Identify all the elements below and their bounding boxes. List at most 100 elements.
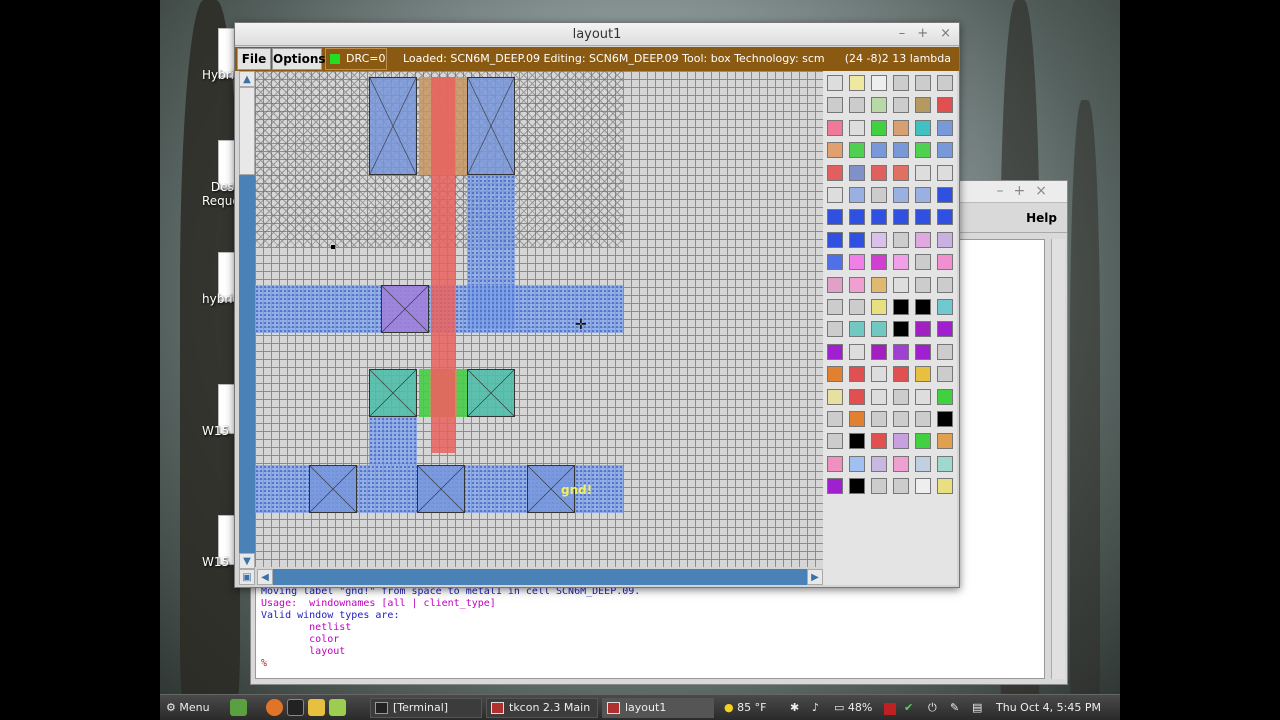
folder-icon[interactable] (308, 699, 325, 716)
layer-swatch[interactable] (827, 299, 843, 315)
layer-swatch[interactable] (849, 478, 865, 495)
layer-swatch[interactable] (871, 366, 887, 383)
layer-swatch[interactable] (937, 187, 953, 203)
gnd-label[interactable]: gnd! (561, 483, 592, 497)
scroll-down-icon[interactable]: ▼ (239, 553, 255, 569)
layer-swatch[interactable] (937, 164, 953, 181)
layer-swatch[interactable] (893, 299, 909, 315)
files-icon[interactable] (329, 699, 346, 716)
metal1-drop[interactable] (369, 417, 417, 465)
layer-swatch[interactable] (893, 433, 909, 450)
show-desktop-icon[interactable] (230, 699, 247, 716)
layer-swatch[interactable] (871, 209, 887, 226)
layer-swatch[interactable] (827, 411, 843, 427)
zoom-box-icon[interactable]: ▣ (239, 569, 255, 585)
layer-swatch[interactable] (893, 187, 909, 203)
layer-swatch[interactable] (827, 187, 843, 203)
layer-swatch[interactable] (937, 343, 953, 360)
layer-swatch[interactable] (849, 75, 865, 91)
task-layout1[interactable]: layout1 (602, 698, 714, 718)
task-terminal[interactable]: [Terminal] (370, 698, 482, 718)
layer-swatch[interactable] (849, 455, 865, 472)
tkcon-window-controls[interactable]: –+× (997, 183, 1057, 199)
layer-swatch[interactable] (915, 209, 931, 226)
layer-swatch[interactable] (915, 478, 931, 495)
weather-applet[interactable]: ● 85 °F (724, 698, 766, 718)
start-menu-button[interactable]: ⚙ Menu (166, 698, 210, 718)
layer-swatch[interactable] (827, 433, 843, 450)
desktop-file-icon[interactable]: Hybri (160, 28, 236, 82)
layer-swatch[interactable] (937, 254, 953, 271)
layer-swatch[interactable] (893, 75, 909, 91)
layer-swatch[interactable] (849, 254, 865, 271)
layer-swatch[interactable] (871, 142, 887, 159)
layer-swatch[interactable] (871, 433, 887, 450)
layer-swatch[interactable] (849, 97, 865, 114)
layer-swatch[interactable] (893, 411, 909, 427)
battery-applet[interactable]: ▭ 48% (834, 698, 872, 718)
network-icon[interactable]: ✱ (790, 698, 799, 718)
layer-swatch[interactable] (937, 299, 953, 315)
via-contact-2[interactable] (417, 465, 465, 513)
layer-swatch[interactable] (871, 254, 887, 271)
layer-swatch[interactable] (915, 119, 931, 136)
layer-swatch[interactable] (871, 97, 887, 114)
maximize-icon[interactable]: + (917, 26, 928, 41)
layer-swatch[interactable] (893, 388, 909, 405)
layer-swatch[interactable] (849, 187, 865, 203)
layer-swatch[interactable] (893, 209, 909, 226)
layer-swatch[interactable] (871, 388, 887, 405)
desktop-file-icon[interactable]: W15 (160, 384, 236, 438)
close-icon[interactable]: × (940, 26, 951, 41)
layer-swatch[interactable] (871, 119, 887, 136)
layer-swatch[interactable] (827, 142, 843, 159)
file-menu-button[interactable]: File (237, 48, 271, 70)
layer-swatch[interactable] (849, 433, 865, 450)
layer-swatch[interactable] (937, 97, 953, 114)
layer-swatch[interactable] (937, 231, 953, 248)
layer-swatch[interactable] (871, 299, 887, 315)
layer-swatch[interactable] (893, 142, 909, 159)
layer-swatch[interactable] (871, 231, 887, 248)
volume-icon[interactable]: ♪ (812, 698, 819, 718)
layer-swatch[interactable] (893, 455, 909, 472)
scroll-left-icon[interactable]: ◀ (257, 569, 273, 585)
layer-swatch[interactable] (849, 411, 865, 427)
desktop-file-icon[interactable]: W15 (160, 515, 236, 569)
poly-gate[interactable] (431, 77, 455, 453)
notes-icon[interactable]: ✎ (950, 698, 959, 718)
layer-swatch[interactable] (827, 478, 843, 495)
layer-swatch[interactable] (827, 276, 843, 293)
layer-swatch[interactable] (937, 142, 953, 159)
layer-swatch[interactable] (915, 97, 931, 114)
layer-swatch[interactable] (827, 343, 843, 360)
layer-swatch[interactable] (849, 119, 865, 136)
scroll-up-icon[interactable]: ▲ (239, 71, 255, 87)
layer-swatch[interactable] (849, 164, 865, 181)
layer-swatch[interactable] (937, 321, 953, 338)
options-menu-button[interactable]: Options (272, 48, 326, 70)
layer-swatch[interactable] (893, 164, 909, 181)
layer-swatch[interactable] (871, 411, 887, 427)
layer-swatch[interactable] (871, 75, 887, 91)
layer-swatch[interactable] (871, 321, 887, 338)
layer-swatch[interactable] (937, 119, 953, 136)
layer-swatch[interactable] (915, 142, 931, 159)
layer-swatch[interactable] (915, 433, 931, 450)
layer-swatch[interactable] (849, 321, 865, 338)
drc-status-button[interactable]: DRC=0 (325, 48, 387, 70)
vertical-scrollbar[interactable]: ▲ ▼ (239, 71, 255, 569)
desktop-file-icon[interactable]: Desi Reques (160, 140, 246, 208)
layer-swatch[interactable] (849, 366, 865, 383)
layer-palette[interactable] (823, 71, 957, 585)
poly-contact[interactable] (381, 285, 429, 333)
layer-swatch[interactable] (849, 276, 865, 293)
layer-swatch[interactable] (893, 254, 909, 271)
layer-swatch[interactable] (827, 164, 843, 181)
layer-swatch[interactable] (937, 433, 953, 450)
layer-swatch[interactable] (915, 231, 931, 248)
layout-window[interactable]: layout1 – + × File Options DRC=0 Loaded: S… (234, 22, 960, 588)
firefox-icon[interactable] (266, 699, 283, 716)
layer-swatch[interactable] (915, 164, 931, 181)
layer-swatch[interactable] (827, 254, 843, 271)
